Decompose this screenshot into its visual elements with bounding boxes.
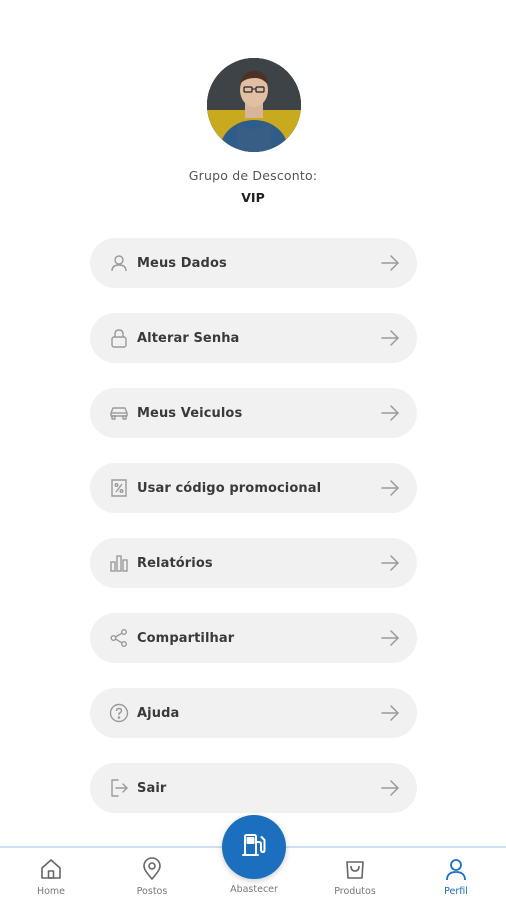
fuel-pump-icon [239,830,269,864]
nav-postos[interactable]: Postos [117,856,187,897]
shopping-bag-icon [320,856,390,882]
location-pin-icon [117,856,187,882]
menu-item-label: Meus Dados [137,255,227,271]
arrow-right-icon [379,777,401,799]
menu-item-sair[interactable]: Sair [90,763,417,813]
profile-avatar[interactable] [207,58,301,152]
arrow-right-icon [379,252,401,274]
discount-group-label: Grupo de Desconto: [188,168,318,183]
arrow-right-icon [379,477,401,499]
menu-item-label: Usar código promocional [137,480,322,496]
menu-item-relatorios[interactable]: Relatórios [90,538,417,588]
menu-item-meus-dados[interactable]: Meus Dados [90,238,417,288]
share-icon [108,627,130,649]
help-icon [108,702,130,724]
menu-item-label: Meus Veiculos [137,405,243,421]
menu-item-label: Compartilhar [137,630,235,646]
arrow-right-icon [379,552,401,574]
menu-item-compartilhar[interactable]: Compartilhar [90,613,417,663]
logout-icon [108,777,130,799]
menu-item-label: Alterar Senha [137,330,240,346]
menu-item-ajuda[interactable]: Ajuda [90,688,417,738]
menu-item-alterar-senha[interactable]: Alterar Senha [90,313,417,363]
nav-produtos-label: Produtos [334,886,376,897]
home-icon [16,856,86,882]
nav-home[interactable]: Home [16,856,86,897]
nav-postos-label: Postos [136,886,168,897]
nav-home-label: Home [36,886,66,897]
abastecer-button[interactable] [222,815,286,879]
lock-icon [108,327,130,349]
profile-menu: Meus Dados Alterar Senha Meus Veiculos U… [90,238,417,838]
arrow-right-icon [379,402,401,424]
menu-item-codigo-promocional[interactable]: Usar código promocional [90,463,417,513]
nav-perfil[interactable]: Perfil [421,856,491,897]
abastecer-label: Abastecer [230,884,278,895]
user-icon [108,252,130,274]
arrow-right-icon [379,327,401,349]
arrow-right-icon [379,627,401,649]
menu-item-meus-veiculos[interactable]: Meus Veiculos [90,388,417,438]
car-icon [108,402,130,424]
menu-item-label: Relatórios [137,555,213,571]
menu-item-label: Sair [137,780,167,796]
user-icon [421,856,491,882]
nav-produtos[interactable]: Produtos [320,856,390,897]
percent-tag-icon [108,477,130,499]
discount-group-value: VIP [241,190,265,205]
arrow-right-icon [379,702,401,724]
bar-chart-icon [108,552,130,574]
menu-item-label: Ajuda [137,705,180,721]
nav-perfil-label: Perfil [444,886,468,897]
